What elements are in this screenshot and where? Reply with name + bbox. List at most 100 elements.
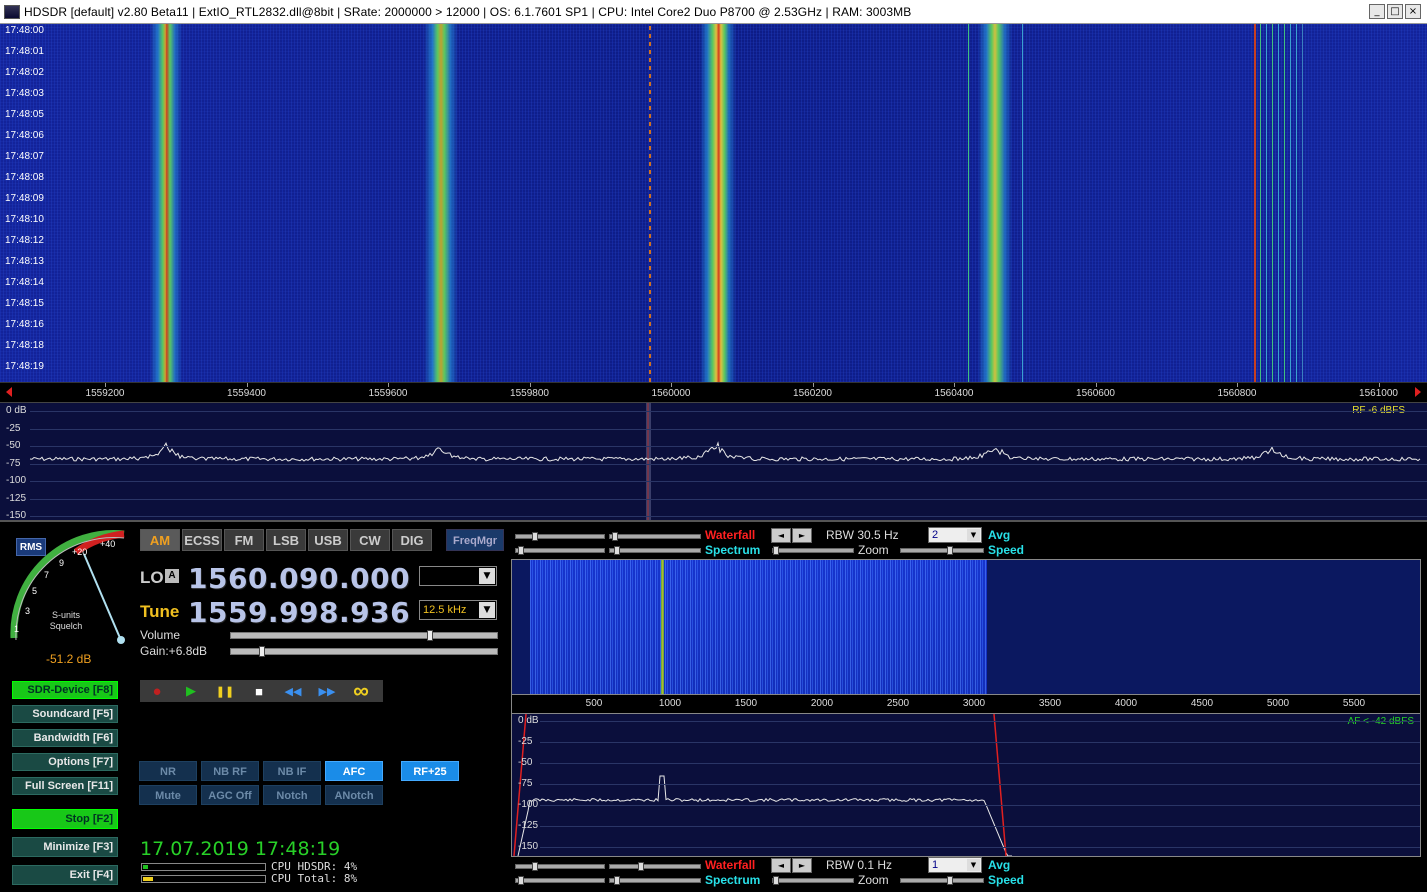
frequency-tick-label: 1560200 bbox=[793, 388, 832, 399]
gain-slider-thumb[interactable] bbox=[259, 646, 265, 657]
nav-right-icon[interactable]: ► bbox=[792, 528, 812, 543]
nb-if-button[interactable]: NB IF bbox=[263, 761, 321, 781]
mute-button[interactable]: Mute bbox=[139, 785, 197, 805]
rf-spectrum-slider-a[interactable] bbox=[515, 546, 605, 555]
af-frequency-tick-label: 4000 bbox=[1114, 698, 1138, 709]
nav-right-icon[interactable]: ► bbox=[792, 858, 812, 873]
af-frequency-tick-label: 1500 bbox=[734, 698, 758, 709]
volume-slider[interactable] bbox=[230, 630, 498, 641]
gain-slider[interactable] bbox=[230, 646, 498, 657]
mode-cw-button[interactable]: CW bbox=[350, 529, 390, 551]
rf-waterfall-slider-a[interactable] bbox=[515, 532, 605, 541]
s-scale-1: 1 bbox=[14, 624, 19, 634]
sdr-device-button[interactable]: SDR-Device [F8] bbox=[12, 681, 118, 699]
gain-label: Gain:+6.8dB bbox=[140, 644, 208, 658]
notch-button[interactable]: Notch bbox=[263, 785, 321, 805]
frequency-scale[interactable]: 1559200 1559400 1559600 1559800 1560000 15602… bbox=[0, 382, 1427, 402]
chevron-down-icon[interactable]: ▼ bbox=[479, 568, 495, 584]
af-speed-slider[interactable] bbox=[900, 876, 984, 885]
spectrum-db-label: -125 bbox=[6, 492, 27, 504]
nav-left-icon[interactable]: ◄ bbox=[771, 528, 791, 543]
af-avg-label: Avg bbox=[988, 858, 1011, 872]
loop-icon[interactable]: ∞ bbox=[344, 678, 378, 703]
af-frequency-scale: 500 1000 1500 2000 2500 3000 3500 4000 4500 5000 5… bbox=[511, 695, 1421, 713]
af-zoom-slider[interactable] bbox=[772, 876, 854, 885]
af-frequency-tick-label: 5500 bbox=[1342, 698, 1366, 709]
chevron-down-icon[interactable]: ▼ bbox=[967, 859, 980, 871]
anotch-button[interactable]: ANotch bbox=[325, 785, 383, 805]
bandwidth-button[interactable]: Bandwidth [F6] bbox=[12, 729, 118, 747]
scroll-right-icon[interactable] bbox=[1415, 387, 1421, 397]
timestamp-label: 17:48:07 bbox=[5, 151, 44, 162]
af-zoom-label: Zoom bbox=[858, 873, 889, 887]
afc-button[interactable]: AFC bbox=[325, 761, 383, 781]
af-frequency-tick-label: 3500 bbox=[1038, 698, 1062, 709]
rf-avg-value: 2 bbox=[932, 529, 939, 541]
play-icon[interactable]: ▶ bbox=[174, 680, 208, 702]
frequency-tick-label: 1559600 bbox=[368, 388, 408, 399]
tune-frequency[interactable]: 1559.998.936 bbox=[188, 596, 410, 629]
lo-dropdown[interactable]: ▼ bbox=[419, 566, 497, 586]
nr-button[interactable]: NR bbox=[139, 761, 197, 781]
cpu-total-fill bbox=[143, 877, 153, 881]
signal-trace bbox=[978, 24, 1012, 382]
chevron-down-icon[interactable]: ▼ bbox=[479, 602, 495, 618]
spectrum-db-label: -50 bbox=[6, 440, 21, 451]
soundcard-button[interactable]: Soundcard [F5] bbox=[12, 705, 118, 723]
rf-waterfall[interactable]: 17:48:00 17:48:01 17:48:02 17:48:03 17:48:05… bbox=[0, 24, 1427, 382]
mode-lsb-button[interactable]: LSB bbox=[266, 529, 306, 551]
tune-step-dropdown[interactable]: 12.5 kHz ▼ bbox=[419, 600, 497, 620]
rf-zoom-slider[interactable] bbox=[772, 546, 854, 555]
rf-spectrum-label: Spectrum bbox=[705, 543, 761, 557]
stop-icon[interactable]: ■ bbox=[242, 680, 276, 702]
af-spectrum-db-label: -75 bbox=[518, 778, 533, 789]
af-waterfall[interactable] bbox=[511, 559, 1421, 695]
pause-icon[interactable]: ❚❚ bbox=[208, 680, 242, 702]
mode-fm-button[interactable]: FM bbox=[224, 529, 264, 551]
minimize-window-button[interactable]: _ bbox=[1369, 4, 1385, 19]
rf-avg-select[interactable]: 2 ▼ bbox=[928, 527, 982, 543]
rewind-icon[interactable]: ◀◀ bbox=[276, 680, 310, 702]
lo-badge[interactable]: A bbox=[165, 569, 179, 583]
chevron-down-icon[interactable]: ▼ bbox=[967, 529, 980, 541]
record-icon[interactable]: ● bbox=[140, 680, 174, 702]
frequency-tick-label: 1560600 bbox=[1076, 388, 1115, 399]
af-spectrum[interactable]: AF < -42 dBFS 0 dB-25-50-75-100-125-150 bbox=[511, 713, 1421, 857]
rf-spectrum-slider-b[interactable] bbox=[609, 546, 701, 555]
af-avg-select[interactable]: 1 ▼ bbox=[928, 857, 982, 873]
af-rbw-label: RBW 0.1 Hz bbox=[826, 858, 893, 872]
options-button[interactable]: Options [F7] bbox=[12, 753, 118, 771]
rms-button[interactable]: RMS bbox=[16, 538, 46, 556]
mode-ecss-button[interactable]: ECSS bbox=[182, 529, 222, 551]
exit-button[interactable]: Exit [F4] bbox=[12, 865, 118, 885]
forward-icon[interactable]: ▶▶ bbox=[310, 680, 344, 702]
stop-button[interactable]: Stop [F2] bbox=[12, 809, 118, 829]
mode-usb-button[interactable]: USB bbox=[308, 529, 348, 551]
lo-label: LO bbox=[140, 568, 164, 587]
freqmgr-button[interactable]: FreqMgr bbox=[446, 529, 504, 551]
rf-spectrum[interactable]: RF -6 dBFS 0 dB-25-50-75-100-125-150 bbox=[0, 402, 1427, 521]
rf25-button[interactable]: RF+25 bbox=[401, 761, 459, 781]
close-window-button[interactable]: × bbox=[1405, 4, 1421, 19]
nb-rf-button[interactable]: NB RF bbox=[201, 761, 259, 781]
maximize-window-button[interactable]: □ bbox=[1387, 4, 1403, 19]
af-waterfall-slider-b[interactable] bbox=[609, 862, 701, 871]
volume-slider-thumb[interactable] bbox=[427, 630, 433, 641]
rf-waterfall-slider-b[interactable] bbox=[609, 532, 701, 541]
mode-am-button[interactable]: AM bbox=[140, 529, 180, 551]
agc-button[interactable]: AGC Off bbox=[201, 785, 259, 805]
s-meter: 1 3 5 7 9 +20 +40 S-units Squelch RMS -5… bbox=[6, 528, 130, 668]
scroll-left-icon[interactable] bbox=[6, 387, 12, 397]
timestamp-label: 17:48:06 bbox=[5, 130, 44, 141]
rf-speed-slider[interactable] bbox=[900, 546, 984, 555]
af-spectrum-slider-a[interactable] bbox=[515, 876, 605, 885]
af-waterfall-slider-a[interactable] bbox=[515, 862, 605, 871]
mode-dig-button[interactable]: DIG bbox=[392, 529, 432, 551]
squelch-caption: Squelch bbox=[50, 621, 83, 631]
minimize-button[interactable]: Minimize [F3] bbox=[12, 837, 118, 857]
rf-rbw-label: RBW 30.5 Hz bbox=[826, 528, 899, 542]
nav-left-icon[interactable]: ◄ bbox=[771, 858, 791, 873]
lo-frequency[interactable]: 1560.090.000 bbox=[188, 562, 410, 595]
fullscreen-button[interactable]: Full Screen [F11] bbox=[12, 777, 118, 795]
af-spectrum-slider-b[interactable] bbox=[609, 876, 701, 885]
